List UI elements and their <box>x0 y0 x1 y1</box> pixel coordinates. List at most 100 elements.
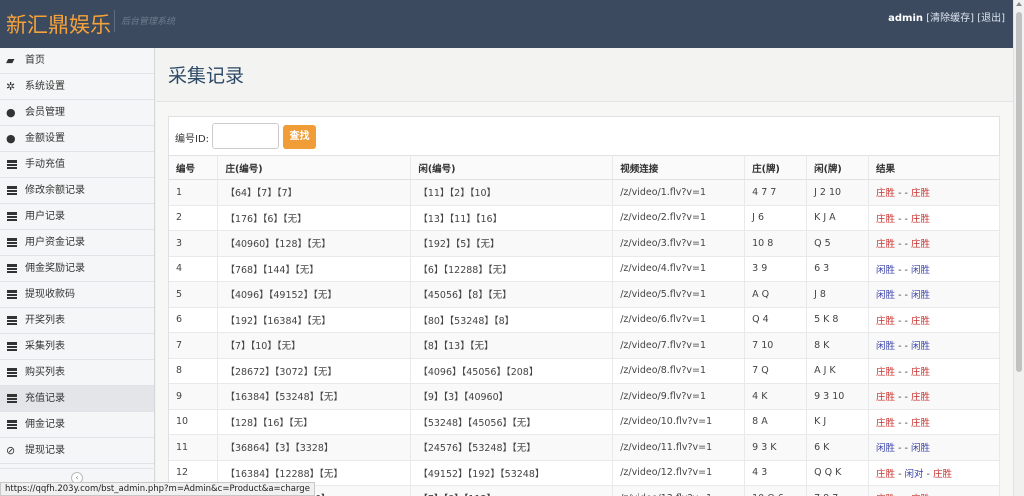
cell-id: 9 <box>169 383 219 410</box>
cell-video: /z/video/6.flv?v=1 <box>612 307 746 333</box>
result-player: 闲胜 <box>876 443 896 455</box>
cell-video: /z/video/13.flv?v=1 <box>612 485 746 496</box>
sidebar-item[interactable]: 采集列表 <box>0 334 154 360</box>
cell-pcards: 9 3 10 <box>806 383 870 410</box>
app-logo[interactable]: 新汇鼎娱乐 <box>6 9 111 39</box>
sidebar-item[interactable]: 用户记录 <box>0 204 154 230</box>
sidebar-item[interactable]: ✲ 系统设置 <box>0 74 154 100</box>
cell-id: 2 <box>169 205 219 231</box>
sidebar-item-label: 手动充值 <box>25 159 65 170</box>
col-header-video[interactable]: 视频连接 <box>612 155 746 180</box>
cell-video: /z/video/11.flv?v=1 <box>612 434 746 461</box>
sidebar-item[interactable]: 修改余额记录 <box>0 178 154 204</box>
cell-bcards: 3 9 <box>744 256 808 282</box>
logout-link[interactable]: [退出] <box>977 13 1005 24</box>
sidebar-item[interactable]: 购买列表 <box>0 360 154 386</box>
search-button[interactable]: 查找 <box>283 125 316 149</box>
cell-banker: 【36864】【3】【3328】 <box>217 434 412 461</box>
cell-bcards: 10 8 <box>744 230 808 257</box>
sidebar-item-label: 开奖列表 <box>25 315 65 326</box>
sidebar-item-label: 采集列表 <box>25 341 65 352</box>
gear-icon: ✲ <box>6 80 16 93</box>
sidebar-item[interactable]: 手动充值 <box>0 152 154 178</box>
sidebar-item-label: 修改余额记录 <box>25 185 85 196</box>
sidebar: ▰ 首页 ✲ 系统设置 ● 会员管理 ● 金额设置手动充值修改余额记录用户记录用户资金记录佣金… <box>0 48 155 496</box>
col-header-result[interactable]: 结果 <box>868 155 1000 180</box>
col-header-player-cards[interactable]: 闲(牌) <box>806 155 870 180</box>
sidebar-item[interactable]: 佣金记录 <box>0 412 154 438</box>
result-banker: 庄胜 <box>876 315 896 327</box>
main-content: 采集记录 编号ID: 查找 编号 庄(编号) 闲(编号) 视频连接 庄(牌) 闲… <box>156 48 1013 496</box>
result-banker: 庄胜 <box>910 366 930 378</box>
top-links: admin [清除缓存] [退出] <box>888 9 1005 24</box>
table-row: 5 【4096】【49152】【无】 【45056】【8】【无】/z/video/5… <box>169 281 1000 308</box>
cell-pcards: A J K <box>806 358 870 384</box>
cell-banker: 【128】【16】【无】 <box>217 409 412 435</box>
top-navbar: 新汇鼎娱乐 后台管理系统 admin [清除缓存] [退出] <box>0 0 1013 48</box>
page-scrollbar[interactable] <box>1013 0 1024 496</box>
result-banker: 庄胜 <box>876 366 896 378</box>
table-row: 1 【64】【7】【7】 【11】【2】【10】/z/video/1.flv?v=1… <box>169 179 1000 206</box>
cell-bcards: 9 3 K <box>744 434 808 461</box>
result-separator: - - <box>895 315 911 327</box>
cell-bcards: A Q <box>744 281 808 308</box>
cell-banker: 【64】【7】【7】 <box>217 179 412 206</box>
cell-pcards: J 8 <box>806 281 870 308</box>
sidebar-item-label: 购买列表 <box>25 367 65 378</box>
sidebar-item-label: 用户资金记录 <box>25 237 85 248</box>
cell-video: /z/video/4.flv?v=1 <box>612 256 746 282</box>
sidebar-item[interactable]: ⊘ 提现记录 <box>0 438 154 464</box>
cell-result: 庄胜 - - 庄胜 <box>868 485 1000 496</box>
col-header-banker[interactable]: 庄(编号) <box>217 155 412 180</box>
result-tie: 闲对 <box>904 468 924 480</box>
cell-video: /z/video/8.flv?v=1 <box>612 358 746 384</box>
cell-bcards: 4 K <box>744 383 808 410</box>
cell-player: 【53248】【45056】【无】 <box>410 409 614 435</box>
clear-cache-link[interactable]: [清除缓存] <box>926 13 974 24</box>
col-header-id[interactable]: 编号 <box>169 155 219 180</box>
cell-player: 【7】【8】【112】 <box>410 485 614 496</box>
sidebar-item[interactable]: ▰ 首页 <box>0 48 154 74</box>
table-header-row: 编号 庄(编号) 闲(编号) 视频连接 庄(牌) 闲(牌) 结果 <box>169 155 1000 180</box>
sidebar-item[interactable]: ● 金额设置 <box>0 126 154 152</box>
cell-result: 闲胜 - - 闲胜 <box>868 332 1000 359</box>
scroll-up-icon[interactable] <box>1016 2 1022 6</box>
sidebar-item[interactable]: 开奖列表 <box>0 308 154 334</box>
result-banker: 庄胜 <box>876 239 896 251</box>
sidebar-item[interactable]: 充值记录 <box>0 386 154 412</box>
cell-id: 10 <box>169 409 219 435</box>
result-player: 闲胜 <box>876 341 896 353</box>
scroll-thumb[interactable] <box>1016 12 1022 372</box>
cell-id: 6 <box>169 307 219 333</box>
cell-id: 8 <box>169 358 219 384</box>
sidebar-item[interactable]: 提现收款码 <box>0 282 154 308</box>
table-row: 9 【16384】【53248】【无】 【9】【3】【40960】/z/video/… <box>169 383 1000 410</box>
result-banker: 庄胜 <box>876 188 896 200</box>
search-input[interactable] <box>212 123 279 149</box>
sidebar-item-label: 充值记录 <box>25 393 65 404</box>
cell-result: 庄胜 - - 庄胜 <box>868 307 1000 333</box>
cell-id: 4 <box>169 256 219 282</box>
search-label: 编号ID: <box>175 134 210 145</box>
sidebar-item[interactable]: ● 会员管理 <box>0 100 154 126</box>
sidebar-item[interactable]: 佣金奖励记录 <box>0 256 154 282</box>
sidebar-item[interactable]: 用户资金记录 <box>0 230 154 256</box>
result-banker: 庄胜 <box>910 213 930 225</box>
result-separator: - - <box>895 188 911 200</box>
sidebar-item-label: 会员管理 <box>25 107 65 118</box>
table-row: 7 【7】【10】【无】 【8】【13】【无】/z/video/7.flv?v=1 7… <box>169 332 1000 359</box>
sidebar-item-label: 系统设置 <box>25 81 65 92</box>
col-header-banker-cards[interactable]: 庄(牌) <box>744 155 808 180</box>
cell-result: 庄胜 - - 庄胜 <box>868 409 1000 435</box>
cell-video: /z/video/7.flv?v=1 <box>612 332 746 359</box>
result-banker: 庄胜 <box>910 188 930 200</box>
list-icon <box>7 342 17 351</box>
cell-banker: 【16384】【53248】【无】 <box>217 383 412 410</box>
cell-pcards: 6 3 <box>806 256 870 282</box>
cell-player: 【24576】【53248】【无】 <box>410 434 614 461</box>
cell-pcards: 6 K <box>806 434 870 461</box>
cell-banker: 【4096】【49152】【无】 <box>217 281 412 308</box>
col-header-player[interactable]: 闲(编号) <box>410 155 614 180</box>
cell-player: 【13】【11】【16】 <box>410 205 614 231</box>
table-row: 8 【28672】【3072】【无】 【4096】【45056】【208】/z/vi… <box>169 358 1000 384</box>
